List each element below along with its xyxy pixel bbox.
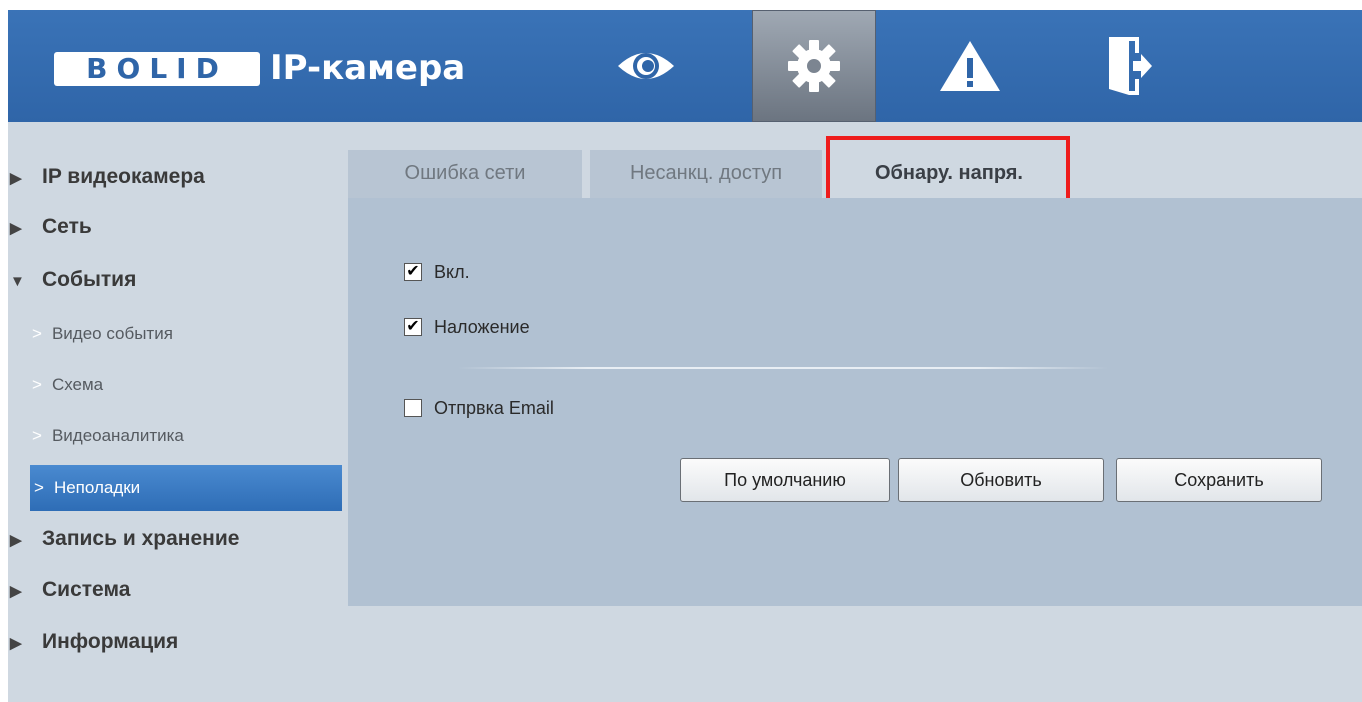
sidebar-item-video-analytics[interactable]: > Видеоаналитика bbox=[8, 415, 342, 457]
tab-network-error[interactable]: Ошибка сети bbox=[348, 150, 582, 198]
overlay-checkbox-row[interactable]: ✔ Наложение bbox=[404, 313, 530, 341]
chevron-right-icon: > bbox=[34, 478, 44, 497]
overlay-label: Наложение bbox=[434, 316, 530, 337]
divider bbox=[458, 367, 1108, 369]
enable-label: Вкл. bbox=[434, 261, 470, 282]
nav-logout-button[interactable] bbox=[1068, 10, 1192, 122]
sidebar-item-video-events[interactable]: > Видео события bbox=[8, 313, 342, 355]
caret-right-icon: ▶ bbox=[10, 170, 22, 187]
caret-right-icon: ▶ bbox=[10, 532, 22, 549]
chevron-right-icon: > bbox=[32, 426, 42, 445]
tab-bar: Ошибка сети Несанкц. доступ Обнару. напр… bbox=[348, 150, 1362, 198]
email-checkbox-row[interactable]: Отпрвка Email bbox=[404, 394, 554, 422]
default-button[interactable]: По умолчанию bbox=[680, 458, 890, 502]
sidebar-item-info[interactable]: ▶ Информация bbox=[8, 621, 342, 663]
sidebar-item-network[interactable]: ▶ Сеть bbox=[8, 206, 342, 248]
app-window: BOLID IP-камера ▶ IP видеокамера ▶ Сеть … bbox=[8, 10, 1362, 702]
chevron-right-icon: > bbox=[32, 324, 42, 343]
caret-right-icon: ▶ bbox=[10, 583, 22, 600]
header-bar: BOLID IP-камера bbox=[8, 10, 1362, 122]
email-label: Отпрвка Email bbox=[434, 397, 554, 418]
sidebar-item-record-storage[interactable]: ▶ Запись и хранение bbox=[8, 518, 342, 560]
nav-alarm-button[interactable] bbox=[908, 10, 1032, 122]
eye-icon bbox=[618, 53, 674, 79]
sidebar-item-faults[interactable]: > Неполадки bbox=[30, 465, 342, 511]
email-checkbox[interactable] bbox=[404, 399, 422, 417]
caret-right-icon: ▶ bbox=[10, 220, 22, 237]
sidebar-item-system[interactable]: ▶ Система bbox=[8, 569, 342, 611]
chevron-right-icon: > bbox=[32, 375, 42, 394]
settings-panel: ✔ Вкл. ✔ Наложение Отпрвка Email По умол… bbox=[348, 198, 1362, 606]
enable-checkbox-row[interactable]: ✔ Вкл. bbox=[404, 258, 470, 286]
overlay-checkbox[interactable]: ✔ bbox=[404, 318, 422, 336]
enable-checkbox[interactable]: ✔ bbox=[404, 263, 422, 281]
tab-unauthorized-access[interactable]: Несанкц. доступ bbox=[590, 150, 822, 198]
refresh-button[interactable]: Обновить bbox=[898, 458, 1104, 502]
sidebar-item-events[interactable]: ▼ События bbox=[8, 259, 342, 301]
sidebar-item-ip-camera[interactable]: ▶ IP видеокамера bbox=[8, 156, 342, 198]
warning-icon bbox=[940, 41, 1000, 91]
app-title: IP-камера bbox=[270, 48, 466, 88]
save-button[interactable]: Сохранить bbox=[1116, 458, 1322, 502]
sidebar: ▶ IP видеокамера ▶ Сеть ▼ События > Видео со… bbox=[8, 122, 348, 702]
nav-settings-button[interactable] bbox=[752, 10, 876, 122]
nav-live-view-button[interactable] bbox=[584, 10, 708, 122]
sidebar-item-scheme[interactable]: > Схема bbox=[8, 364, 342, 406]
tab-voltage-detection[interactable]: Обнару. напря. bbox=[830, 150, 1068, 198]
brand-logo: BOLID bbox=[54, 52, 260, 86]
caret-right-icon: ▶ bbox=[10, 635, 22, 652]
logout-icon bbox=[1109, 37, 1152, 95]
caret-down-icon: ▼ bbox=[10, 273, 25, 290]
gear-icon bbox=[788, 40, 840, 92]
